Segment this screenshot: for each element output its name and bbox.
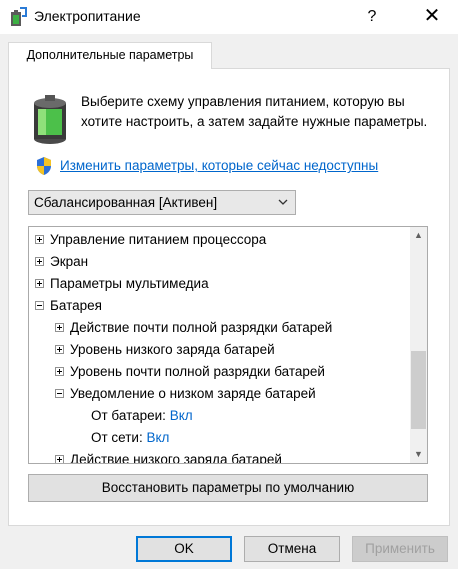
collapse-icon[interactable] (55, 388, 64, 398)
tree-item-on-battery[interactable]: От батареи: Вкл (91, 405, 193, 427)
settings-tree[interactable]: Управление питанием процессора Экран Пар… (28, 226, 428, 464)
expand-icon[interactable] (35, 256, 44, 266)
tree-item-battery[interactable]: Батарея (35, 295, 102, 317)
scroll-down-arrow-icon[interactable]: ▼ (410, 446, 427, 463)
change-unavailable-settings-link[interactable]: Изменить параметры, которые сейчас недос… (60, 158, 378, 173)
expand-icon[interactable] (55, 366, 64, 376)
tree-item-plugged-in[interactable]: От сети: Вкл (91, 427, 169, 449)
help-button[interactable]: ? (354, 0, 390, 34)
battery-icon (34, 95, 66, 144)
tree-item-low-battery-notification[interactable]: Уведомление о низком заряде батарей (55, 383, 316, 405)
cancel-button[interactable]: Отмена (244, 536, 340, 562)
tree-item-critical-battery-action[interactable]: Действие почти полной разрядки батарей (55, 317, 332, 339)
close-button[interactable]: ✕ (412, 0, 452, 34)
tree-scrollbar[interactable]: ▲ ▼ (410, 227, 427, 463)
expand-icon[interactable] (55, 454, 64, 463)
scroll-thumb[interactable] (411, 351, 426, 429)
scroll-up-arrow-icon[interactable]: ▲ (410, 227, 427, 244)
description-text: Выберите схему управления питанием, кото… (81, 94, 428, 129)
tab-advanced-settings[interactable]: Дополнительные параметры (8, 42, 212, 69)
tree-item-processor[interactable]: Управление питанием процессора (35, 229, 266, 251)
power-scheme-value: Сбалансированная [Активен] (34, 195, 218, 210)
window-title: Электропитание (34, 8, 141, 24)
collapse-icon[interactable] (35, 300, 44, 310)
tree-item-multimedia[interactable]: Параметры мультимедиа (35, 273, 209, 295)
uac-shield-icon (37, 157, 51, 175)
tree-item-low-battery-level[interactable]: Уровень низкого заряда батарей (55, 339, 275, 361)
tree-item-low-battery-action[interactable]: Действие низкого заряда батарей (55, 449, 282, 463)
power-scheme-dropdown[interactable]: Сбалансированная [Активен] (28, 190, 296, 215)
chevron-down-icon (277, 191, 289, 221)
tree-item-critical-battery-level[interactable]: Уровень почти полной разрядки батарей (55, 361, 325, 383)
apply-button[interactable]: Применить (352, 536, 448, 562)
ok-button[interactable]: OK (136, 536, 232, 562)
expand-icon[interactable] (55, 344, 64, 354)
expand-icon[interactable] (35, 278, 44, 288)
tree-item-display[interactable]: Экран (35, 251, 88, 273)
expand-icon[interactable] (35, 234, 44, 244)
expand-icon[interactable] (55, 322, 64, 332)
restore-defaults-button[interactable]: Восстановить параметры по умолчанию (28, 474, 428, 502)
power-options-icon (11, 7, 27, 26)
on-battery-value[interactable]: Вкл (170, 408, 193, 423)
title-bar: Электропитание ? ✕ (0, 0, 458, 34)
plugged-in-value[interactable]: Вкл (147, 430, 170, 445)
